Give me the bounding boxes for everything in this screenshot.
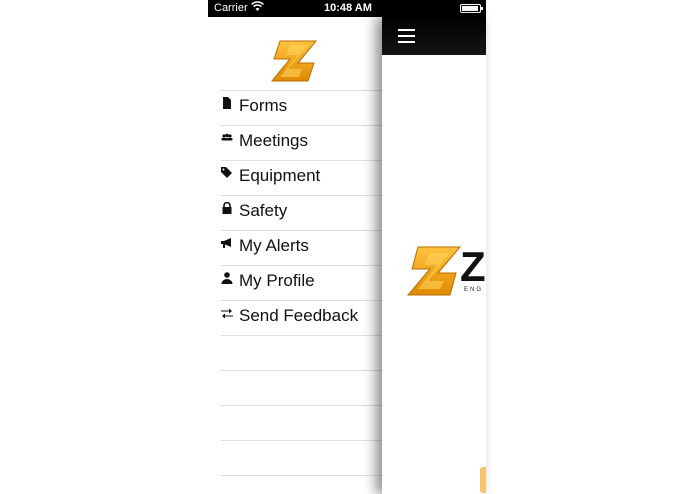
menu-item-label: Send Feedback (239, 306, 359, 325)
menu-item-label: Meetings (239, 131, 308, 150)
menu-item-meetings[interactable]: Meetings (221, 125, 382, 160)
brand-wordmark: Z (460, 243, 486, 290)
menu-item-label: Forms (239, 96, 288, 115)
action-button[interactable] (480, 467, 486, 493)
user-icon (221, 272, 233, 284)
clock-time: 10:48 AM (324, 2, 372, 14)
status-bar: Carrier 10:48 AM (208, 0, 486, 17)
menu-item-forms[interactable]: Forms (221, 90, 382, 125)
group-icon (221, 133, 233, 141)
menu-item-equipment[interactable]: Equipment (221, 160, 382, 195)
empty-row (221, 475, 382, 494)
wifi-icon (251, 1, 264, 11)
menu-list: Forms Meetings Equipment Safety My Alert… (221, 90, 382, 494)
battery-icon (460, 4, 483, 13)
menu-item-label: Safety (239, 201, 288, 220)
menu-hamburger-icon[interactable] (398, 29, 415, 43)
menu-item-label: Equipment (239, 166, 321, 185)
exchange-icon (221, 308, 233, 319)
menu-item-label: My Alerts (239, 236, 309, 255)
logo-icon (270, 40, 318, 82)
nav-bar (382, 17, 486, 55)
lock-icon (222, 202, 232, 214)
logo-icon (406, 246, 462, 296)
empty-row (221, 335, 382, 370)
tag-icon (221, 167, 232, 178)
empty-row (221, 440, 382, 475)
empty-row (221, 370, 382, 405)
menu-item-my-profile[interactable]: My Profile (221, 265, 382, 300)
megaphone-icon (221, 238, 231, 248)
document-icon (223, 97, 231, 109)
menu-item-my-alerts[interactable]: My Alerts (221, 230, 382, 265)
menu-item-send-feedback[interactable]: Send Feedback (221, 300, 382, 335)
menu-item-label: My Profile (239, 271, 315, 290)
brand-tagline: ENG (464, 287, 484, 293)
empty-row (221, 405, 382, 440)
side-menu: Forms Meetings Equipment Safety My Alert… (208, 17, 382, 494)
main-panel: Z ENG (382, 17, 486, 494)
carrier-label: Carrier (214, 2, 248, 14)
menu-item-safety[interactable]: Safety (221, 195, 382, 230)
